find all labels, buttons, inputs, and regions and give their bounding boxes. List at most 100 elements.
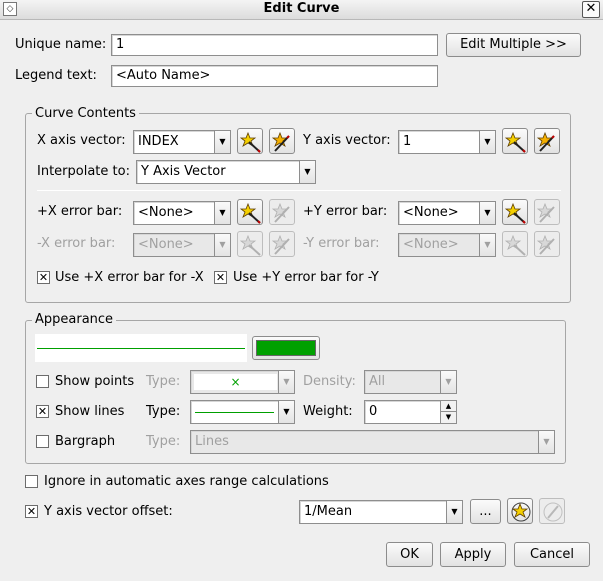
minus-y-edit-vector-button[interactable] xyxy=(534,231,560,257)
new-vector-icon xyxy=(505,234,526,256)
interpolate-select[interactable]: Y Axis Vector ▼ xyxy=(136,160,316,184)
chevron-down-icon[interactable]: ▼ xyxy=(446,501,462,523)
chevron-down-icon[interactable]: ▼ xyxy=(214,202,230,224)
lines-type-select[interactable]: ▼ xyxy=(190,400,295,424)
y-edit-vector-button[interactable] xyxy=(534,128,560,154)
new-scalar-icon xyxy=(511,502,531,522)
ok-button-label: OK xyxy=(400,547,419,562)
plus-y-error-value: <None> xyxy=(403,205,459,220)
use-plus-y-label: Use +Y error bar for -Y xyxy=(233,270,379,285)
chevron-down-icon[interactable]: ▼ xyxy=(479,234,495,256)
edit-vector-icon xyxy=(272,131,290,152)
line-preview-stroke xyxy=(37,348,245,349)
curve-contents-title: Curve Contents xyxy=(32,106,139,121)
use-plus-x-checkbox[interactable]: ✕ xyxy=(37,271,50,284)
unique-name-input[interactable]: 1 xyxy=(111,34,438,56)
minus-x-error-label: -X error bar: xyxy=(37,236,116,251)
color-button[interactable] xyxy=(252,336,320,360)
y-axis-vector-value: 1 xyxy=(403,134,412,149)
line-style-preview xyxy=(195,412,274,413)
spin-up-icon[interactable]: ▲ xyxy=(440,401,456,412)
plus-x-error-select[interactable]: <None> ▼ xyxy=(133,201,231,225)
y-new-vector-button[interactable] xyxy=(502,128,528,154)
new-vector-icon xyxy=(240,131,261,153)
plus-x-new-vector-button[interactable] xyxy=(237,199,263,225)
edit-vector-icon xyxy=(537,234,555,255)
cancel-button[interactable]: Cancel xyxy=(514,542,590,567)
chevron-down-icon[interactable]: ▼ xyxy=(479,131,495,153)
y-offset-checkbox[interactable]: ✕ xyxy=(25,505,38,518)
minus-y-error-value: <None> xyxy=(403,237,459,252)
lines-type-label: Type: xyxy=(146,404,181,419)
chevron-down-icon[interactable]: ▼ xyxy=(214,234,230,256)
show-points-label: Show points xyxy=(55,374,135,389)
points-type-select[interactable]: × ▼ xyxy=(190,370,295,394)
minus-x-error-select[interactable]: <None> ▼ xyxy=(133,233,231,257)
new-vector-icon xyxy=(505,202,526,224)
bargraph-type-select[interactable]: Lines ▼ xyxy=(190,430,555,454)
plus-y-error-label: +Y error bar: xyxy=(303,204,388,219)
weight-label: Weight: xyxy=(303,404,353,419)
apply-button-label: Apply xyxy=(454,547,492,562)
y-axis-vector-label: Y axis vector: xyxy=(303,133,391,148)
new-vector-icon xyxy=(240,234,261,256)
plus-x-error-label: +X error bar: xyxy=(37,204,123,219)
ok-button[interactable]: OK xyxy=(386,542,433,567)
cancel-button-label: Cancel xyxy=(529,547,575,562)
x-axis-vector-value: INDEX xyxy=(138,134,179,149)
edit-vector-icon xyxy=(272,202,290,223)
ignore-range-checkbox[interactable] xyxy=(25,475,38,488)
window-title: Edit Curve xyxy=(263,1,340,16)
bargraph-checkbox[interactable] xyxy=(36,435,49,448)
x-edit-vector-button[interactable] xyxy=(269,128,295,154)
x-new-vector-button[interactable] xyxy=(237,128,263,154)
chevron-down-icon[interactable]: ▼ xyxy=(440,371,456,393)
chevron-down-icon[interactable]: ▼ xyxy=(299,161,315,183)
x-axis-vector-label: X axis vector: xyxy=(37,133,126,148)
edit-multiple-button[interactable]: Edit Multiple >> xyxy=(446,33,581,57)
edit-vector-icon xyxy=(272,234,290,255)
y-offset-select[interactable]: 1/Mean ▼ xyxy=(299,500,463,524)
chevron-down-icon[interactable]: ▼ xyxy=(278,401,294,423)
chevron-down-icon[interactable]: ▼ xyxy=(214,131,230,153)
apply-button[interactable]: Apply xyxy=(440,542,506,567)
minus-x-error-value: <None> xyxy=(138,237,194,252)
x-axis-vector-select[interactable]: INDEX ▼ xyxy=(133,130,231,154)
separator xyxy=(37,190,561,191)
points-type-label: Type: xyxy=(146,374,181,389)
weight-spinbox[interactable]: 0 ▲ ▼ xyxy=(364,400,457,424)
minus-x-edit-vector-button[interactable] xyxy=(269,231,295,257)
legend-text-input[interactable]: <Auto Name> xyxy=(111,65,438,87)
plus-y-edit-vector-button[interactable] xyxy=(534,199,560,225)
show-lines-checkbox[interactable]: ✕ xyxy=(36,405,49,418)
y-offset-edit-scalar-button[interactable] xyxy=(539,498,565,524)
close-icon[interactable]: ✕ xyxy=(582,1,600,18)
minus-y-error-select[interactable]: <None> ▼ xyxy=(398,233,496,257)
interpolate-value: Y Axis Vector xyxy=(141,164,226,179)
density-select[interactable]: All ▼ xyxy=(364,370,457,394)
chevron-down-icon[interactable]: ▼ xyxy=(479,202,495,224)
y-offset-value: 1/Mean xyxy=(304,504,353,519)
y-axis-vector-select[interactable]: 1 ▼ xyxy=(398,130,496,154)
interpolate-label: Interpolate to: xyxy=(37,164,130,179)
density-value: All xyxy=(369,374,386,389)
bargraph-label: Bargraph xyxy=(55,434,116,449)
spin-down-icon[interactable]: ▼ xyxy=(440,412,456,423)
plus-y-error-select[interactable]: <None> ▼ xyxy=(398,201,496,225)
new-vector-icon xyxy=(240,202,261,224)
chevron-down-icon[interactable]: ▼ xyxy=(538,431,554,453)
show-points-checkbox[interactable] xyxy=(36,375,49,388)
minus-x-new-vector-button[interactable] xyxy=(237,231,263,257)
minus-y-new-vector-button[interactable] xyxy=(502,231,528,257)
ellipsis-button[interactable]: ... xyxy=(470,499,501,524)
chevron-down-icon[interactable]: ▼ xyxy=(278,371,294,393)
plus-y-new-vector-button[interactable] xyxy=(502,199,528,225)
use-plus-y-checkbox[interactable]: ✕ xyxy=(214,271,227,284)
bargraph-type-value: Lines xyxy=(195,434,229,449)
unique-name-label: Unique name: xyxy=(15,37,107,52)
use-plus-x-label: Use +X error bar for -X xyxy=(55,270,204,285)
y-offset-new-scalar-button[interactable] xyxy=(507,498,533,524)
minus-y-error-label: -Y error bar: xyxy=(303,236,380,251)
plus-x-edit-vector-button[interactable] xyxy=(269,199,295,225)
density-label: Density: xyxy=(303,374,356,389)
